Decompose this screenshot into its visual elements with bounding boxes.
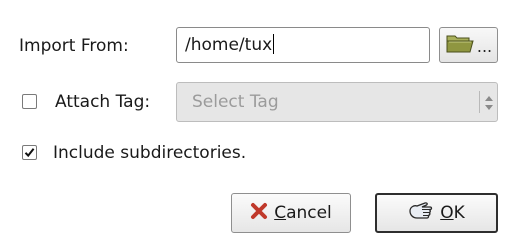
tag-select-placeholder: Select Tag [192,92,279,112]
browse-folder-button[interactable]: ... [439,27,498,63]
text-caret [273,34,275,54]
attach-tag-checkbox[interactable] [22,94,37,109]
import-path-value: /home/tux [185,35,273,55]
ok-label-rest: K [453,203,465,223]
updown-arrows-icon [484,94,494,112]
ok-button[interactable]: OK [375,193,498,233]
include-subdirs-checkbox[interactable] [22,145,37,160]
browse-ellipsis: ... [476,36,493,56]
cancel-mnemonic: C [274,203,287,223]
ok-label: OK [440,202,465,224]
import-from-label: Import From: [19,36,129,56]
ok-hand-icon [408,201,434,226]
cancel-label-rest: ancel [286,203,332,223]
folder-open-icon [445,33,475,58]
cancel-x-icon [250,202,268,225]
checkmark-icon [24,148,35,158]
tag-select-dropdown[interactable]: Select Tag [176,82,498,122]
dropdown-separator [479,91,480,113]
import-path-input[interactable]: /home/tux [176,27,430,63]
cancel-button[interactable]: Cancel [231,193,351,233]
ok-mnemonic: O [440,203,454,223]
import-dialog: Import From: /home/tux ... Attach Tag: S… [0,0,515,246]
cancel-label: Cancel [274,202,332,224]
attach-tag-label: Attach Tag: [55,92,151,112]
include-subdirs-label: Include subdirectories. [53,143,247,163]
